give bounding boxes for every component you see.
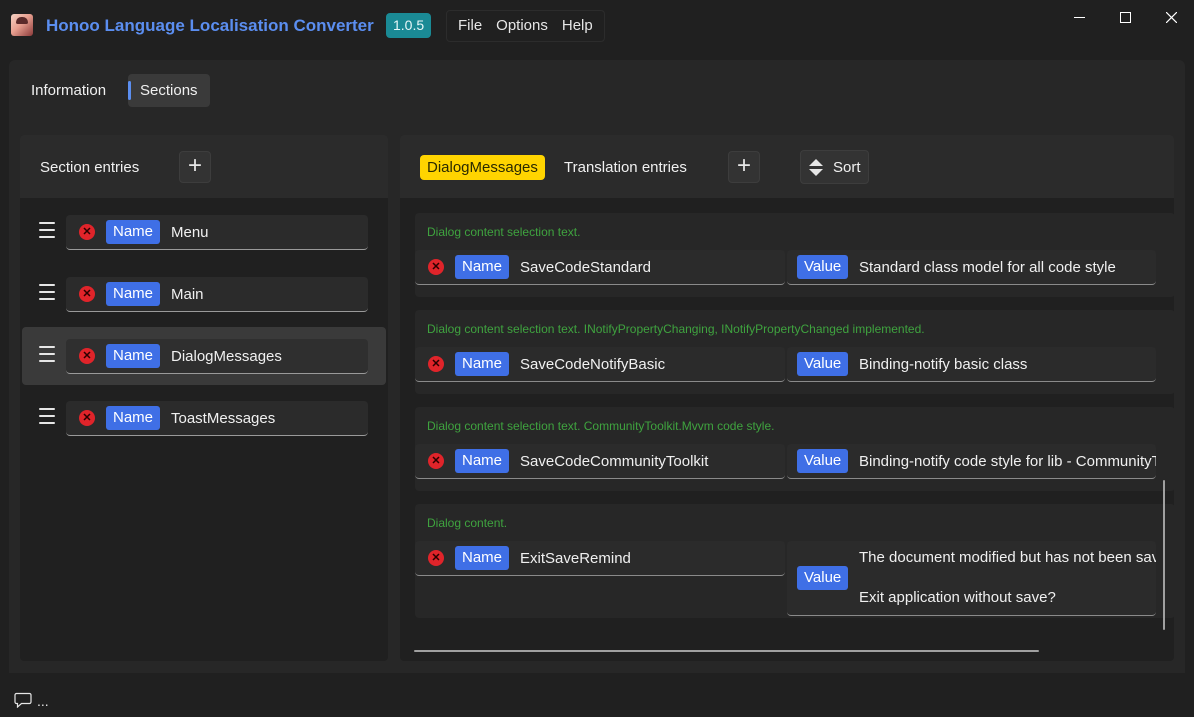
section-item-toastmessages[interactable]: ✕ Name ToastMessages — [22, 389, 386, 447]
entry-name-input[interactable]: SaveCodeCommunityToolkit — [520, 453, 708, 470]
entry-comment: Dialog content. — [427, 516, 508, 530]
section-item-menu[interactable]: ✕ Name Menu — [22, 203, 386, 261]
section-name-field: ✕ Name DialogMessages — [66, 339, 368, 374]
app-title: Honoo Language Localisation Converter — [46, 16, 374, 35]
menu-bar: File Options Help — [446, 10, 605, 42]
tab-sections[interactable]: Sections — [128, 74, 210, 107]
drag-handle-icon[interactable] — [39, 284, 55, 300]
tab-information[interactable]: Information — [19, 74, 118, 107]
entry-name-field: ✕ Name ExitSaveRemind — [415, 541, 785, 576]
vertical-scrollbar[interactable] — [1163, 480, 1165, 630]
section-name-field: ✕ Name Menu — [66, 215, 368, 250]
current-section-badge: DialogMessages — [420, 155, 545, 180]
close-icon — [1165, 11, 1177, 23]
section-name-input[interactable]: DialogMessages — [171, 348, 282, 365]
entry-name-field: ✕ Name SaveCodeNotifyBasic — [415, 347, 785, 382]
menu-file[interactable]: File — [451, 11, 489, 41]
status-text: ... — [37, 693, 49, 709]
value-badge: Value — [797, 352, 849, 376]
minimize-button[interactable] — [1056, 0, 1102, 34]
section-name-field: ✕ Name Main — [66, 277, 368, 312]
maximize-icon — [1119, 11, 1131, 23]
section-name-input[interactable]: Main — [171, 286, 204, 303]
section-name-input[interactable]: ToastMessages — [171, 410, 275, 427]
entry-value-field: Value Binding-notify code style for lib … — [787, 444, 1156, 479]
window-controls — [1056, 0, 1194, 34]
message-icon[interactable] — [14, 692, 32, 708]
value-badge: Value — [797, 566, 849, 590]
translation-entries-panel: DialogMessages Translation entries + Sor… — [400, 135, 1174, 661]
name-badge: Name — [106, 282, 161, 306]
entry-value-input[interactable]: Standard class model for all code style — [859, 259, 1116, 276]
maximize-button[interactable] — [1102, 0, 1148, 34]
entry-comment: Dialog content selection text. Community… — [427, 419, 775, 433]
translation-entries-header: DialogMessages Translation entries + Sor… — [400, 135, 1174, 198]
drag-handle-icon[interactable] — [39, 408, 55, 424]
minimize-icon — [1073, 16, 1085, 18]
entry-name-input[interactable]: ExitSaveRemind — [520, 550, 631, 567]
value-badge: Value — [797, 255, 849, 279]
entry-value-field: Value Binding-notify basic class — [787, 347, 1156, 382]
entry-name-input[interactable]: SaveCodeNotifyBasic — [520, 356, 665, 373]
entry-comment: Dialog content selection text. INotifyPr… — [427, 322, 925, 336]
add-translation-button[interactable]: + — [728, 151, 760, 183]
section-name-field: ✕ Name ToastMessages — [66, 401, 368, 436]
name-badge: Name — [106, 220, 161, 244]
delete-icon[interactable]: ✕ — [79, 348, 95, 364]
name-badge: Name — [455, 546, 510, 570]
sort-button[interactable]: Sort — [800, 150, 869, 184]
section-name-input[interactable]: Menu — [171, 224, 209, 241]
entry-comment: Dialog content selection text. — [427, 225, 581, 239]
entry-name-input[interactable]: SaveCodeStandard — [520, 259, 651, 276]
entry-name-field: ✕ Name SaveCodeStandard — [415, 250, 785, 285]
delete-icon[interactable]: ✕ — [428, 356, 444, 372]
entry-value-field: Value Standard class model for all code … — [787, 250, 1156, 285]
name-badge: Name — [106, 344, 161, 368]
section-item-dialogmessages[interactable]: ✕ Name DialogMessages — [22, 327, 386, 385]
sort-icon — [809, 159, 823, 176]
drag-handle-icon[interactable] — [39, 222, 55, 238]
name-badge: Name — [455, 352, 510, 376]
entry-value-input[interactable]: Binding-notify basic class — [859, 356, 1027, 373]
entry-value-input[interactable]: Binding-notify code style for lib - Comm… — [859, 453, 1156, 470]
close-window-button[interactable] — [1148, 0, 1194, 34]
name-badge: Name — [455, 449, 510, 473]
value-badge: Value — [797, 449, 849, 473]
add-section-button[interactable]: + — [179, 151, 211, 183]
delete-icon[interactable]: ✕ — [428, 453, 444, 469]
horizontal-scrollbar[interactable] — [414, 650, 1039, 652]
sort-label: Sort — [833, 159, 861, 176]
title-bar: Honoo Language Localisation Converter 1.… — [0, 0, 1194, 50]
name-badge: Name — [455, 255, 510, 279]
section-item-main[interactable]: ✕ Name Main — [22, 265, 386, 323]
tab-strip: Information Sections — [9, 60, 1185, 122]
entry-name-field: ✕ Name SaveCodeCommunityToolkit — [415, 444, 785, 479]
version-badge: 1.0.5 — [386, 13, 432, 38]
delete-icon[interactable]: ✕ — [428, 259, 444, 275]
section-entries-panel: Section entries + ✕ Name Menu ✕ Name Mai… — [20, 135, 388, 661]
section-entries-title: Section entries — [40, 159, 140, 176]
delete-icon[interactable]: ✕ — [79, 224, 95, 240]
menu-options[interactable]: Options — [489, 11, 555, 41]
name-badge: Name — [106, 406, 161, 430]
delete-icon[interactable]: ✕ — [428, 550, 444, 566]
translation-entries-title: Translation entries — [564, 159, 687, 176]
section-entries-header: Section entries + — [20, 135, 388, 198]
entry-value-input-line1[interactable]: The document modified but has not been s… — [859, 549, 1156, 566]
entry-value-field: Value The document modified but has not … — [787, 541, 1156, 616]
menu-help[interactable]: Help — [555, 11, 600, 41]
entry-value-input-line2[interactable]: Exit application without save? — [859, 589, 1056, 606]
status-bar: ... — [0, 685, 1194, 717]
app-logo-icon — [11, 14, 33, 36]
delete-icon[interactable]: ✕ — [79, 286, 95, 302]
delete-icon[interactable]: ✕ — [79, 410, 95, 426]
drag-handle-icon[interactable] — [39, 346, 55, 362]
